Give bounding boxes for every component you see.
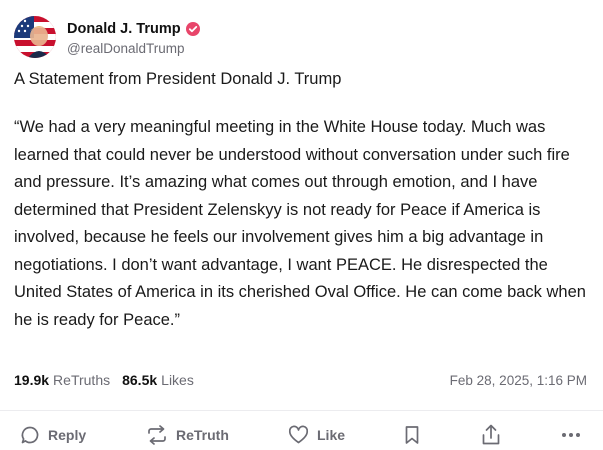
retruths-count: 19.9k xyxy=(14,372,50,388)
display-name[interactable]: Donald J. Trump xyxy=(67,21,181,37)
likes-stat[interactable]: 86.5k Likes xyxy=(122,372,194,388)
account-names: Donald J. Trump @realDonaldTrump xyxy=(67,19,200,56)
reply-button[interactable]: Reply xyxy=(20,420,86,450)
post-title: A Statement from President Donald J. Tru… xyxy=(14,70,342,88)
post-body: “We had a very meaningful meeting in the… xyxy=(14,118,586,329)
avatar[interactable] xyxy=(14,16,56,58)
retruth-icon xyxy=(146,425,168,445)
truth-post: Donald J. Trump @realDonaldTrump A State… xyxy=(0,0,603,450)
like-heart-icon xyxy=(288,425,309,445)
post-timestamp[interactable]: Feb 28, 2025, 1:16 PM xyxy=(450,373,587,388)
name-row: Donald J. Trump xyxy=(67,19,200,39)
likes-label: Likes xyxy=(161,372,194,388)
reply-label: Reply xyxy=(48,427,87,443)
retruth-label: ReTruth xyxy=(176,427,229,443)
post-stats: 19.9k ReTruths 86.5k Likes xyxy=(14,372,206,388)
retruths-stat[interactable]: 19.9k ReTruths xyxy=(14,372,110,388)
more-icon xyxy=(561,432,581,438)
post-header: Donald J. Trump @realDonaldTrump xyxy=(14,16,200,58)
divider xyxy=(0,410,603,411)
share-icon xyxy=(481,424,501,446)
retruths-label: ReTruths xyxy=(53,372,111,388)
action-bar: Reply ReTruth Like xyxy=(0,420,603,450)
share-button[interactable] xyxy=(481,420,501,450)
reply-icon xyxy=(20,425,40,445)
retruth-button[interactable]: ReTruth xyxy=(146,420,229,450)
bookmark-button[interactable] xyxy=(404,420,420,450)
likes-count: 86.5k xyxy=(122,372,158,388)
account-handle[interactable]: @realDonaldTrump xyxy=(67,41,200,56)
like-label: Like xyxy=(317,427,346,443)
bookmark-icon xyxy=(404,425,420,445)
more-options-button[interactable] xyxy=(561,420,581,450)
verified-badge-icon xyxy=(185,21,200,36)
like-button[interactable]: Like xyxy=(288,420,345,450)
